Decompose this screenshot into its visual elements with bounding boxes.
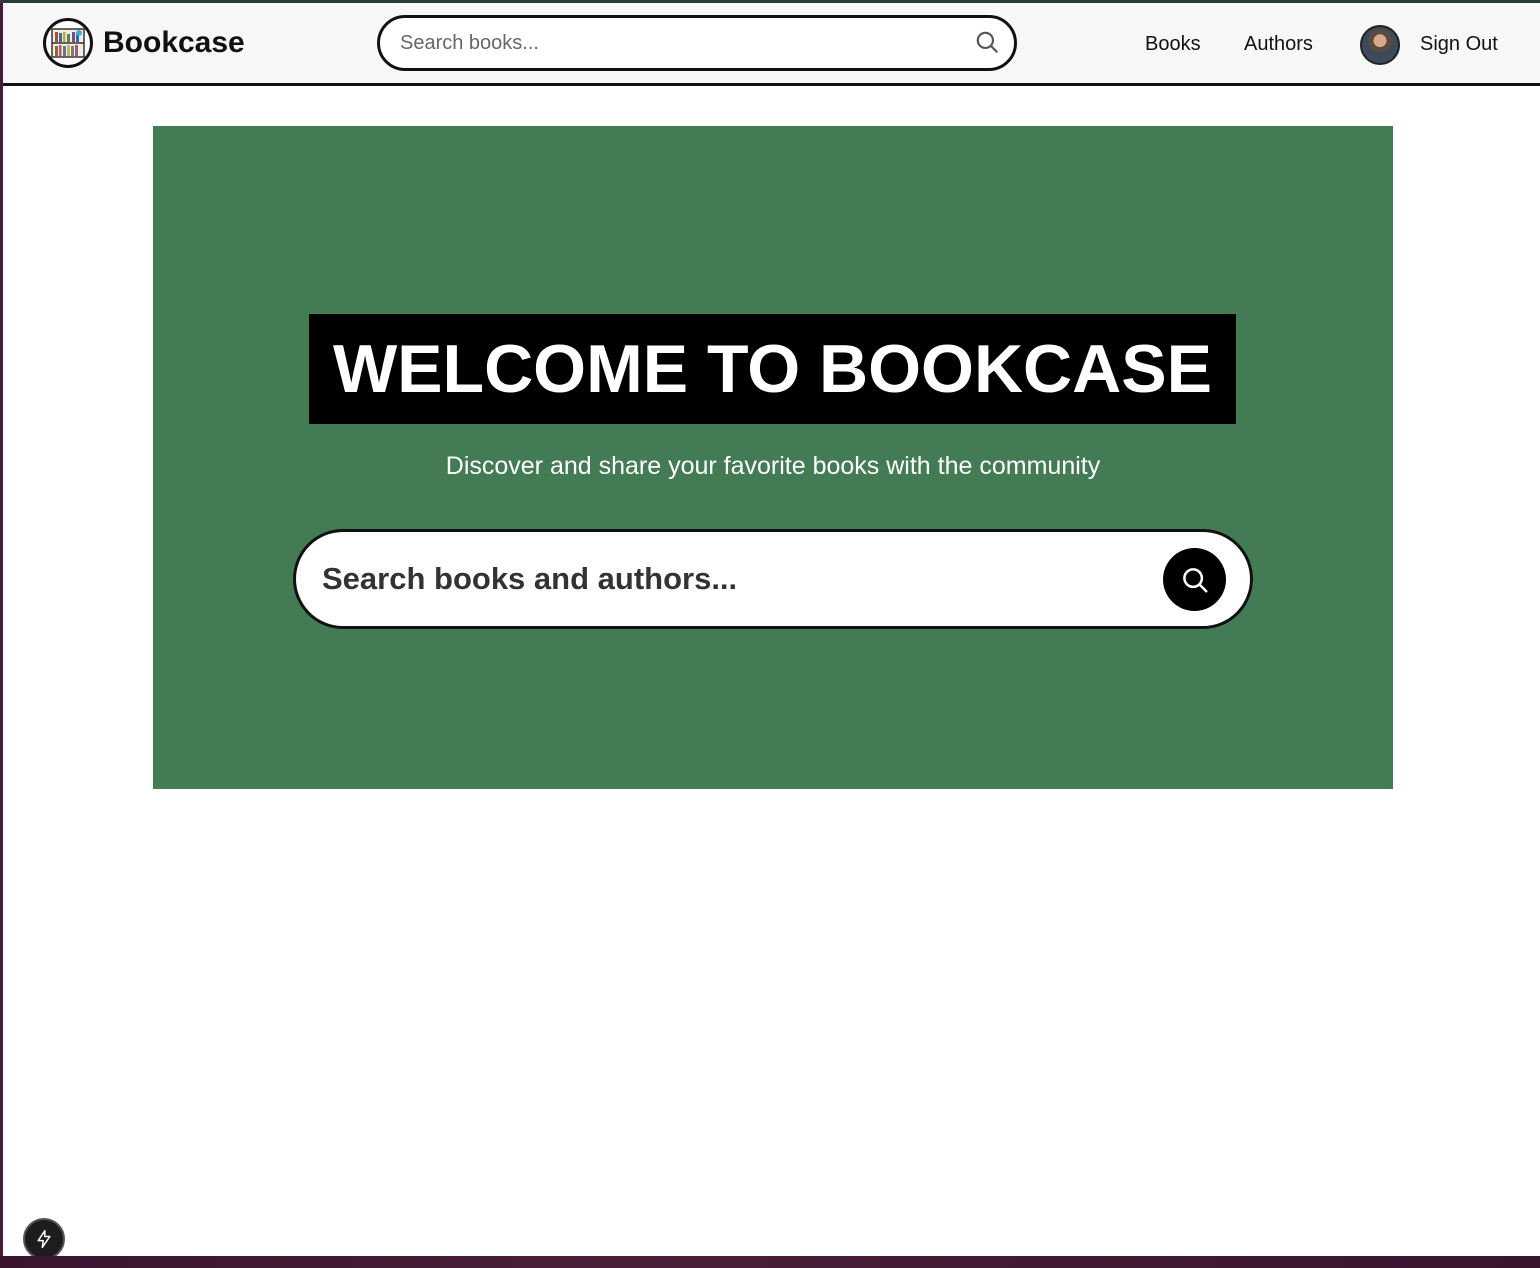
lightning-icon [37, 1229, 51, 1249]
sign-out-nav: Sign Out [1420, 3, 1498, 86]
sign-out-link[interactable]: Sign Out [1420, 33, 1498, 56]
window-bottom-edge [0, 1256, 1540, 1268]
nav-books-link[interactable]: Books [1145, 33, 1201, 56]
search-icon[interactable] [974, 29, 1000, 60]
hero-subtitle: Discover and share your favorite books w… [445, 452, 1101, 480]
bookshelf-icon [43, 18, 93, 68]
avatar[interactable] [1360, 24, 1400, 65]
hero-search-input[interactable] [322, 561, 1142, 597]
hero-banner: WELCOME TO BOOKCASE Discover and share y… [153, 126, 1393, 789]
main-nav: Books [1145, 3, 1201, 86]
site-header: Bookcase Books Authors Sign Out [3, 3, 1540, 86]
main-nav-authors: Authors [1244, 3, 1313, 86]
brand-logo-link[interactable]: Bookcase [43, 18, 245, 68]
nav-authors-link[interactable]: Authors [1244, 33, 1313, 56]
search-icon [1182, 567, 1207, 592]
brand-name: Bookcase [103, 26, 245, 59]
page: Bookcase Books Authors Sign Out WELCOME [3, 3, 1540, 1260]
hero-title-box: WELCOME TO BOOKCASE [309, 314, 1236, 424]
user-menu [1360, 3, 1400, 86]
hero-search-button[interactable] [1163, 548, 1226, 611]
hero-search-bar [293, 529, 1253, 629]
header-search-bar [377, 15, 1017, 71]
dev-tools-badge[interactable] [23, 1218, 65, 1260]
hero-title: WELCOME TO BOOKCASE [333, 331, 1212, 407]
header-search-input[interactable] [400, 31, 960, 55]
